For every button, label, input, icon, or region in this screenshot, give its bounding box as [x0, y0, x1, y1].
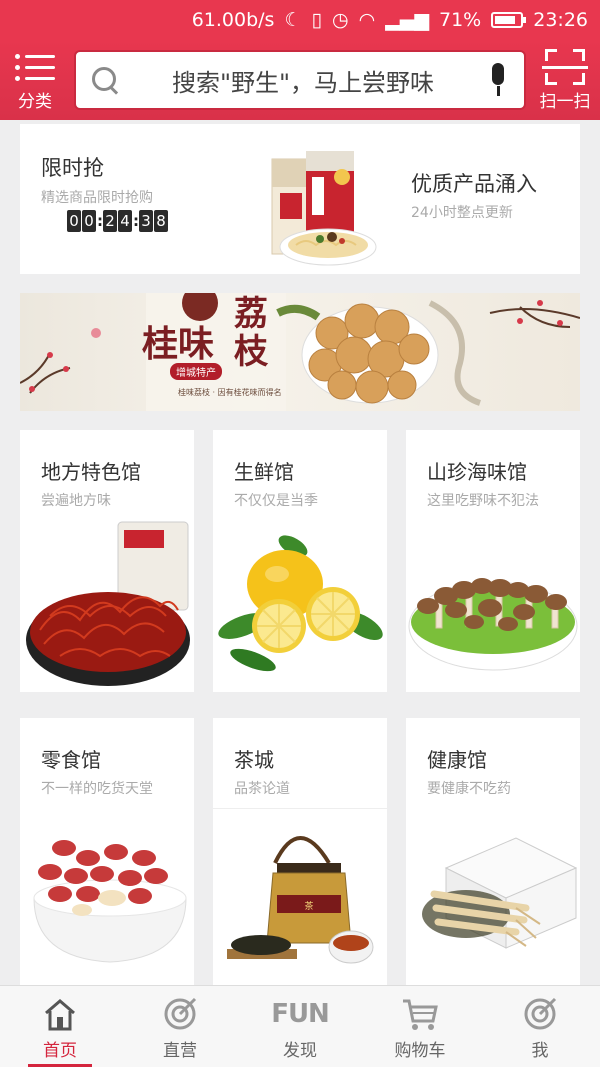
- mushroom-image: [408, 578, 578, 671]
- category-subtitle: 这里吃野味不犯法: [427, 493, 539, 509]
- network-speed: 61.00b/s: [191, 9, 275, 31]
- nav-label: 首页: [43, 1041, 77, 1061]
- scan-icon: [542, 48, 588, 85]
- category-snacks[interactable]: 零食馆 不一样的吃货天堂: [20, 718, 194, 985]
- nav-direct[interactable]: 直营: [120, 986, 240, 1067]
- category-label: 分类: [18, 91, 52, 112]
- category-title: 地方特色馆: [41, 460, 141, 484]
- category-title: 茶城: [234, 748, 274, 772]
- banner-caption: 桂味荔枝 · 因有桂花味而得名: [178, 388, 282, 397]
- status-bar: 61.00b/s ☾ ▯ ◷ ◠ ▂▄▆ 71% 23:26: [0, 0, 600, 40]
- nav-me[interactable]: 我: [480, 986, 600, 1067]
- flash-product-image: [271, 151, 377, 266]
- bottom-navigation: 首页 直营 FUN 发现 购物车 我: [0, 985, 600, 1067]
- category-subtitle: 不仅仅是当季: [234, 493, 318, 509]
- search-placeholder: 搜索"野生"，马上尝野味: [171, 68, 435, 97]
- category-subtitle: 不一样的吃货天堂: [41, 781, 153, 797]
- cart-icon: [400, 996, 440, 1032]
- timer-digit: 0: [67, 210, 81, 232]
- banner-title-right: 荔枝: [234, 294, 268, 372]
- search-input[interactable]: 搜索"野生"，马上尝野味: [74, 50, 526, 110]
- svg-text:茶: 茶: [304, 900, 313, 912]
- app-header: 分类 搜索"野生"，马上尝野味 扫一扫: [0, 40, 600, 120]
- promo-title: 优质产品涌入: [411, 172, 537, 196]
- flash-sale-card[interactable]: 限时抢 精选商品限时抢购 0 0 : 2 4 : 3 8 优质产品涌入 24小时…: [20, 124, 580, 274]
- nav-home[interactable]: 首页: [0, 986, 120, 1067]
- home-icon: [40, 996, 80, 1032]
- microphone-icon[interactable]: [486, 63, 510, 97]
- category-title: 生鲜馆: [234, 460, 294, 484]
- banner-tag: 增城特产: [170, 363, 222, 380]
- promo-banner[interactable]: 桂味 荔枝 增城特产 桂味荔枝 · 因有桂花味而得名: [20, 293, 580, 411]
- category-health[interactable]: 健康馆 要健康不吃药: [406, 718, 580, 985]
- wifi-icon: ◠: [358, 9, 376, 31]
- alarm-icon: ◷: [331, 9, 349, 31]
- tea-jar-image: 茶: [227, 836, 374, 964]
- category-title: 山珍海味馆: [427, 460, 527, 484]
- nav-label: 购物车: [394, 1041, 446, 1061]
- signal-icon: ▂▄▆: [385, 9, 429, 31]
- flash-sale-title: 限时抢: [41, 156, 104, 180]
- timer-digit: 0: [82, 210, 96, 232]
- category-delicacies[interactable]: 山珍海味馆 这里吃野味不犯法: [406, 430, 580, 692]
- category-subtitle: 尝遍地方味: [41, 493, 111, 509]
- category-tea[interactable]: 茶城 品茶论道 茶: [213, 718, 387, 985]
- category-subtitle: 要健康不吃药: [427, 781, 511, 797]
- lemon-image: [218, 535, 383, 672]
- target-icon: [520, 996, 560, 1032]
- battery-percent: 71%: [439, 9, 482, 31]
- peanut-image: [33, 840, 187, 963]
- timer-digit: 8: [154, 210, 168, 232]
- moon-icon: ☾: [284, 9, 302, 31]
- search-icon: [90, 65, 120, 95]
- divider: [213, 808, 387, 809]
- scan-button[interactable]: 扫一扫: [530, 40, 600, 120]
- scan-label: 扫一扫: [539, 91, 591, 112]
- timer-digit: 3: [139, 210, 153, 232]
- target-icon: [160, 996, 200, 1032]
- category-title: 健康馆: [427, 748, 487, 772]
- category-subtitle: 品茶论道: [234, 781, 290, 797]
- nav-discover[interactable]: FUN 发现: [240, 986, 360, 1067]
- battery-icon: [491, 12, 527, 28]
- ginseng-image: [422, 837, 578, 949]
- banner-title-left: 桂味: [142, 323, 215, 365]
- nav-label: 发现: [283, 1041, 317, 1061]
- timer-digit: 4: [118, 210, 132, 232]
- clock: 23:26: [533, 9, 588, 31]
- vibrate-icon: ▯: [311, 9, 322, 31]
- banner-graphic: [20, 293, 580, 411]
- menu-list-icon: [15, 49, 55, 85]
- fun-icon: FUN: [271, 999, 330, 1029]
- promo-subtitle: 24小时整点更新: [411, 205, 513, 221]
- category-fresh-produce[interactable]: 生鲜馆 不仅仅是当季: [213, 430, 387, 692]
- timer-digit: 2: [103, 210, 117, 232]
- nav-label: 直营: [163, 1041, 197, 1061]
- nav-cart[interactable]: 购物车: [360, 986, 480, 1067]
- nav-label: 我: [531, 1041, 549, 1061]
- category-title: 零食馆: [41, 748, 101, 772]
- dried-meat-image: [26, 521, 190, 686]
- category-button[interactable]: 分类: [0, 40, 70, 120]
- countdown-timer: 0 0 : 2 4 : 3 8: [67, 210, 169, 232]
- category-local-specialty[interactable]: 地方特色馆 尝遍地方味: [20, 430, 194, 692]
- flash-sale-subtitle: 精选商品限时抢购: [41, 190, 153, 206]
